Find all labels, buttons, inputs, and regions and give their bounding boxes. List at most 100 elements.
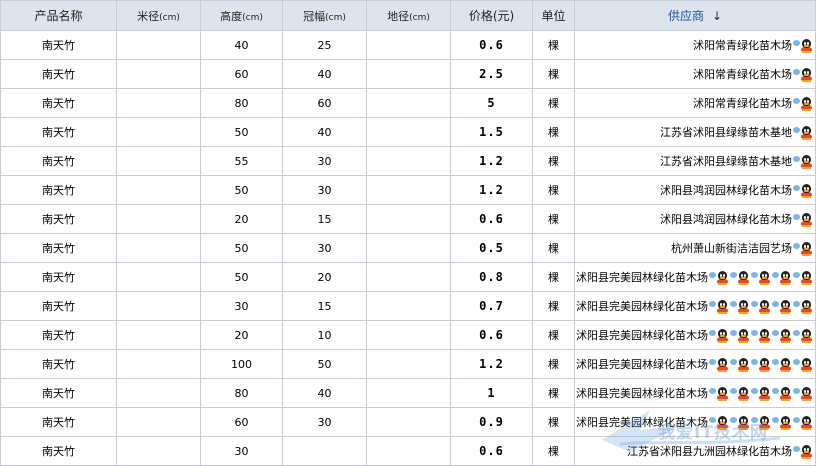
table-row[interactable]: 南天竹 80 40 1 棵沭阳县完美园林绿化苗木场	[0, 378, 816, 408]
chat-bubble-icon	[772, 388, 779, 394]
supplier-link[interactable]: 沭阳县完美园林绿化苗木场	[576, 358, 708, 371]
supplier-link[interactable]: 江苏省沭阳县九洲园林绿化苗木场	[627, 445, 792, 458]
cell-price: 0.5	[450, 233, 533, 263]
chat-bubble-icon	[793, 185, 800, 191]
qq-penguin-icon[interactable]	[800, 358, 813, 372]
qq-penguin-icon[interactable]	[800, 387, 813, 401]
cell-crown: 30	[282, 175, 367, 205]
cell-product-name: 南天竹	[0, 320, 117, 350]
col-header-price[interactable]: 价格(元)	[450, 0, 533, 31]
supplier-link[interactable]: 江苏省沭阳县绿缘苗木基地	[660, 126, 792, 139]
table-row[interactable]: 南天竹 40 25 0.6 棵 沭阳常青绿化苗木场	[0, 30, 816, 60]
qq-penguin-icon[interactable]	[716, 387, 729, 401]
table-row[interactable]: 南天竹 20 15 0.6 棵 沭阳县鸿润园林绿化苗木场	[0, 204, 816, 234]
qq-penguin-icon[interactable]	[779, 271, 792, 285]
qq-penguin-icon[interactable]	[800, 126, 813, 140]
cell-crown: 40	[282, 59, 367, 89]
chat-bubble-icon	[793, 214, 800, 220]
qq-penguin-icon[interactable]	[758, 329, 771, 343]
table-row[interactable]: 南天竹 30 15 0.7 棵沭阳县完美园林绿化苗木场	[0, 291, 816, 321]
table-row[interactable]: 南天竹 50 30 1.2 棵 沭阳县鸿润园林绿化苗木场	[0, 175, 816, 205]
cell-crown: 30	[282, 233, 367, 263]
sort-desc-icon[interactable]: ↓	[712, 9, 722, 23]
qq-penguin-icon[interactable]	[800, 39, 813, 53]
qq-penguin-icon[interactable]	[716, 329, 729, 343]
supplier-link[interactable]: 沭阳县完美园林绿化苗木场	[576, 271, 708, 284]
qq-penguin-icon[interactable]	[800, 242, 813, 256]
qq-penguin-icon[interactable]	[800, 155, 813, 169]
cell-height: 80	[200, 378, 283, 408]
cell-mijing	[116, 407, 201, 437]
cell-product-name: 南天竹	[0, 59, 117, 89]
cell-dijing	[366, 146, 451, 176]
qq-penguin-icon[interactable]	[737, 387, 750, 401]
qq-penguin-icon[interactable]	[716, 358, 729, 372]
col-header-height[interactable]: 高度(cm)	[200, 0, 283, 31]
qq-penguin-icon[interactable]	[800, 416, 813, 430]
cell-crown: 15	[282, 291, 367, 321]
supplier-link[interactable]: 沭阳县完美园林绿化苗木场	[576, 387, 708, 400]
qq-penguin-icon[interactable]	[737, 358, 750, 372]
qq-penguin-icon[interactable]	[779, 358, 792, 372]
chat-bubble-icon	[709, 388, 716, 394]
table-row[interactable]: 南天竹 80 60 5 棵 沭阳常青绿化苗木场	[0, 88, 816, 118]
cell-price: 2.5	[450, 59, 533, 89]
qq-penguin-icon[interactable]	[800, 271, 813, 285]
qq-penguin-icon[interactable]	[800, 184, 813, 198]
cell-unit: 棵	[532, 59, 575, 89]
cell-height: 60	[200, 407, 283, 437]
table-row[interactable]: 南天竹 20 10 0.6 棵沭阳县完美园林绿化苗木场	[0, 320, 816, 350]
col-header-name[interactable]: 产品名称	[0, 0, 117, 31]
cell-price: 0.6	[450, 320, 533, 350]
qq-penguin-icon[interactable]	[800, 68, 813, 82]
supplier-link[interactable]: 沭阳县完美园林绿化苗木场	[576, 329, 708, 342]
table-row[interactable]: 南天竹 50 20 0.8 棵沭阳县完美园林绿化苗木场	[0, 262, 816, 292]
qq-penguin-icon[interactable]	[758, 358, 771, 372]
cell-height: 30	[200, 436, 283, 466]
qq-penguin-icon[interactable]	[716, 300, 729, 314]
supplier-link[interactable]: 沭阳常青绿化苗木场	[693, 68, 792, 81]
qq-penguin-icon[interactable]	[758, 387, 771, 401]
supplier-link[interactable]: 沭阳县鸿润园林绿化苗木场	[660, 213, 792, 226]
table-row[interactable]: 南天竹 100 50 1.2 棵沭阳县完美园林绿化苗木场	[0, 349, 816, 379]
qq-penguin-icon[interactable]	[779, 300, 792, 314]
cell-height: 50	[200, 175, 283, 205]
cell-product-name: 南天竹	[0, 204, 117, 234]
cell-unit: 棵	[532, 233, 575, 263]
cell-mijing	[116, 320, 201, 350]
table-row[interactable]: 南天竹 55 30 1.2 棵 江苏省沭阳县绿缘苗木基地	[0, 146, 816, 176]
col-header-crown[interactable]: 冠幅(cm)	[282, 0, 367, 31]
table-row[interactable]: 南天竹 50 30 0.5 棵 杭州萧山新街洁洁园艺场	[0, 233, 816, 263]
cell-dijing	[366, 59, 451, 89]
supplier-link[interactable]: 沭阳县鸿润园林绿化苗木场	[660, 184, 792, 197]
supplier-link[interactable]: 沭阳常青绿化苗木场	[693, 97, 792, 110]
qq-penguin-icon[interactable]	[800, 445, 813, 459]
chat-bubble-icon	[709, 359, 716, 365]
qq-penguin-icon[interactable]	[758, 271, 771, 285]
supplier-link[interactable]: 沭阳县完美园林绿化苗木场	[576, 300, 708, 313]
qq-penguin-icon[interactable]	[800, 213, 813, 227]
supplier-link[interactable]: 沭阳常青绿化苗木场	[693, 39, 792, 52]
qq-penguin-icon[interactable]	[800, 300, 813, 314]
table-row[interactable]: 南天竹 50 40 1.5 棵 江苏省沭阳县绿缘苗木基地	[0, 117, 816, 147]
qq-penguin-icon[interactable]	[716, 271, 729, 285]
col-header-dijing[interactable]: 地径(cm)	[366, 0, 451, 31]
qq-penguin-icon[interactable]	[779, 387, 792, 401]
qq-penguin-icon[interactable]	[800, 97, 813, 111]
supplier-link[interactable]: 杭州萧山新街洁洁园艺场	[671, 242, 792, 255]
qq-penguin-icon[interactable]	[779, 416, 792, 430]
col-header-mijing[interactable]: 米径(cm)	[116, 0, 201, 31]
supplier-link[interactable]: 江苏省沭阳县绿缘苗木基地	[660, 155, 792, 168]
cell-crown: 25	[282, 30, 367, 60]
table-row[interactable]: 南天竹 60 40 2.5 棵 沭阳常青绿化苗木场	[0, 59, 816, 89]
col-header-unit[interactable]: 单位	[532, 0, 575, 31]
qq-penguin-icon[interactable]	[737, 300, 750, 314]
qq-penguin-icon[interactable]	[737, 329, 750, 343]
cell-dijing	[366, 175, 451, 205]
col-header-supplier[interactable]: 供应商 ↓	[574, 0, 816, 31]
qq-penguin-icon[interactable]	[800, 329, 813, 343]
chat-bubble-icon	[772, 417, 779, 423]
qq-penguin-icon[interactable]	[758, 300, 771, 314]
qq-penguin-icon[interactable]	[779, 329, 792, 343]
qq-penguin-icon[interactable]	[737, 271, 750, 285]
